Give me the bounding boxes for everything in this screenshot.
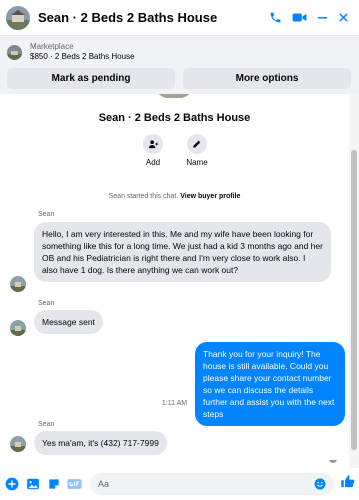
sender-name: Sean bbox=[38, 300, 55, 307]
message-composer: Aa bbox=[0, 468, 359, 500]
sticker-icon[interactable] bbox=[46, 477, 61, 492]
sender-avatar[interactable] bbox=[10, 276, 26, 292]
marketplace-label: Marketplace bbox=[30, 42, 74, 51]
seen-indicator-avatar bbox=[329, 455, 337, 463]
plus-icon[interactable] bbox=[4, 477, 19, 492]
scrollbar-thumb[interactable] bbox=[351, 150, 357, 450]
outgoing-message: Thank you for your inquiry! The house is… bbox=[195, 342, 345, 426]
incoming-message: Hello, I am very interested in this. Me … bbox=[34, 222, 331, 282]
listing-thumbnail bbox=[7, 44, 22, 60]
message-timestamp: 1:11 AM bbox=[161, 400, 188, 407]
phone-icon[interactable] bbox=[269, 11, 282, 24]
photo-icon[interactable] bbox=[25, 477, 40, 492]
view-buyer-profile-link[interactable]: View buyer profile bbox=[180, 193, 240, 200]
gif-icon[interactable] bbox=[67, 477, 82, 492]
message-input[interactable]: Aa bbox=[90, 473, 334, 495]
incoming-message: Yes ma'am, it's (432) 717-7999 bbox=[34, 431, 167, 455]
marketplace-listing[interactable]: Marketplace $850 · 2 Beds 2 Baths House bbox=[7, 42, 135, 62]
sender-avatar[interactable] bbox=[10, 436, 26, 452]
sender-name: Sean bbox=[38, 211, 55, 218]
thumbs-up-icon[interactable] bbox=[340, 474, 355, 494]
mark-as-pending-button[interactable]: Mark as pending bbox=[7, 68, 175, 89]
add-person-icon bbox=[143, 134, 163, 154]
message-input-placeholder: Aa bbox=[98, 479, 110, 489]
chat-header: Sean · 2 Beds 2 Baths House bbox=[0, 0, 359, 36]
chat-title-header[interactable]: Sean · 2 Beds 2 Baths House bbox=[38, 10, 269, 25]
chat-scrollbar[interactable] bbox=[349, 94, 359, 468]
emoji-icon[interactable] bbox=[314, 478, 326, 490]
add-action[interactable]: Add bbox=[133, 134, 173, 167]
pencil-icon bbox=[187, 134, 207, 154]
add-label: Add bbox=[145, 158, 161, 167]
sender-avatar[interactable] bbox=[10, 320, 26, 336]
message-list[interactable]: Sean · 2 Beds 2 Baths House Add Name Sea… bbox=[0, 94, 349, 468]
name-label: Name bbox=[186, 158, 208, 167]
more-options-button[interactable]: More options bbox=[183, 68, 351, 89]
profile-picture bbox=[156, 94, 192, 98]
name-action[interactable]: Name bbox=[177, 134, 217, 167]
close-icon[interactable] bbox=[338, 12, 349, 23]
incoming-message: Message sent bbox=[34, 310, 103, 334]
conversation-title: Sean · 2 Beds 2 Baths House bbox=[98, 112, 251, 124]
chat-start-notice: Sean started this chat. View buyer profi… bbox=[108, 193, 241, 200]
video-call-icon[interactable] bbox=[292, 11, 307, 24]
listing-price-title: $850 · 2 Beds 2 Baths House bbox=[30, 52, 135, 61]
minimize-icon[interactable] bbox=[317, 12, 328, 23]
sender-name: Sean bbox=[38, 421, 55, 428]
house-avatar[interactable] bbox=[6, 5, 30, 30]
